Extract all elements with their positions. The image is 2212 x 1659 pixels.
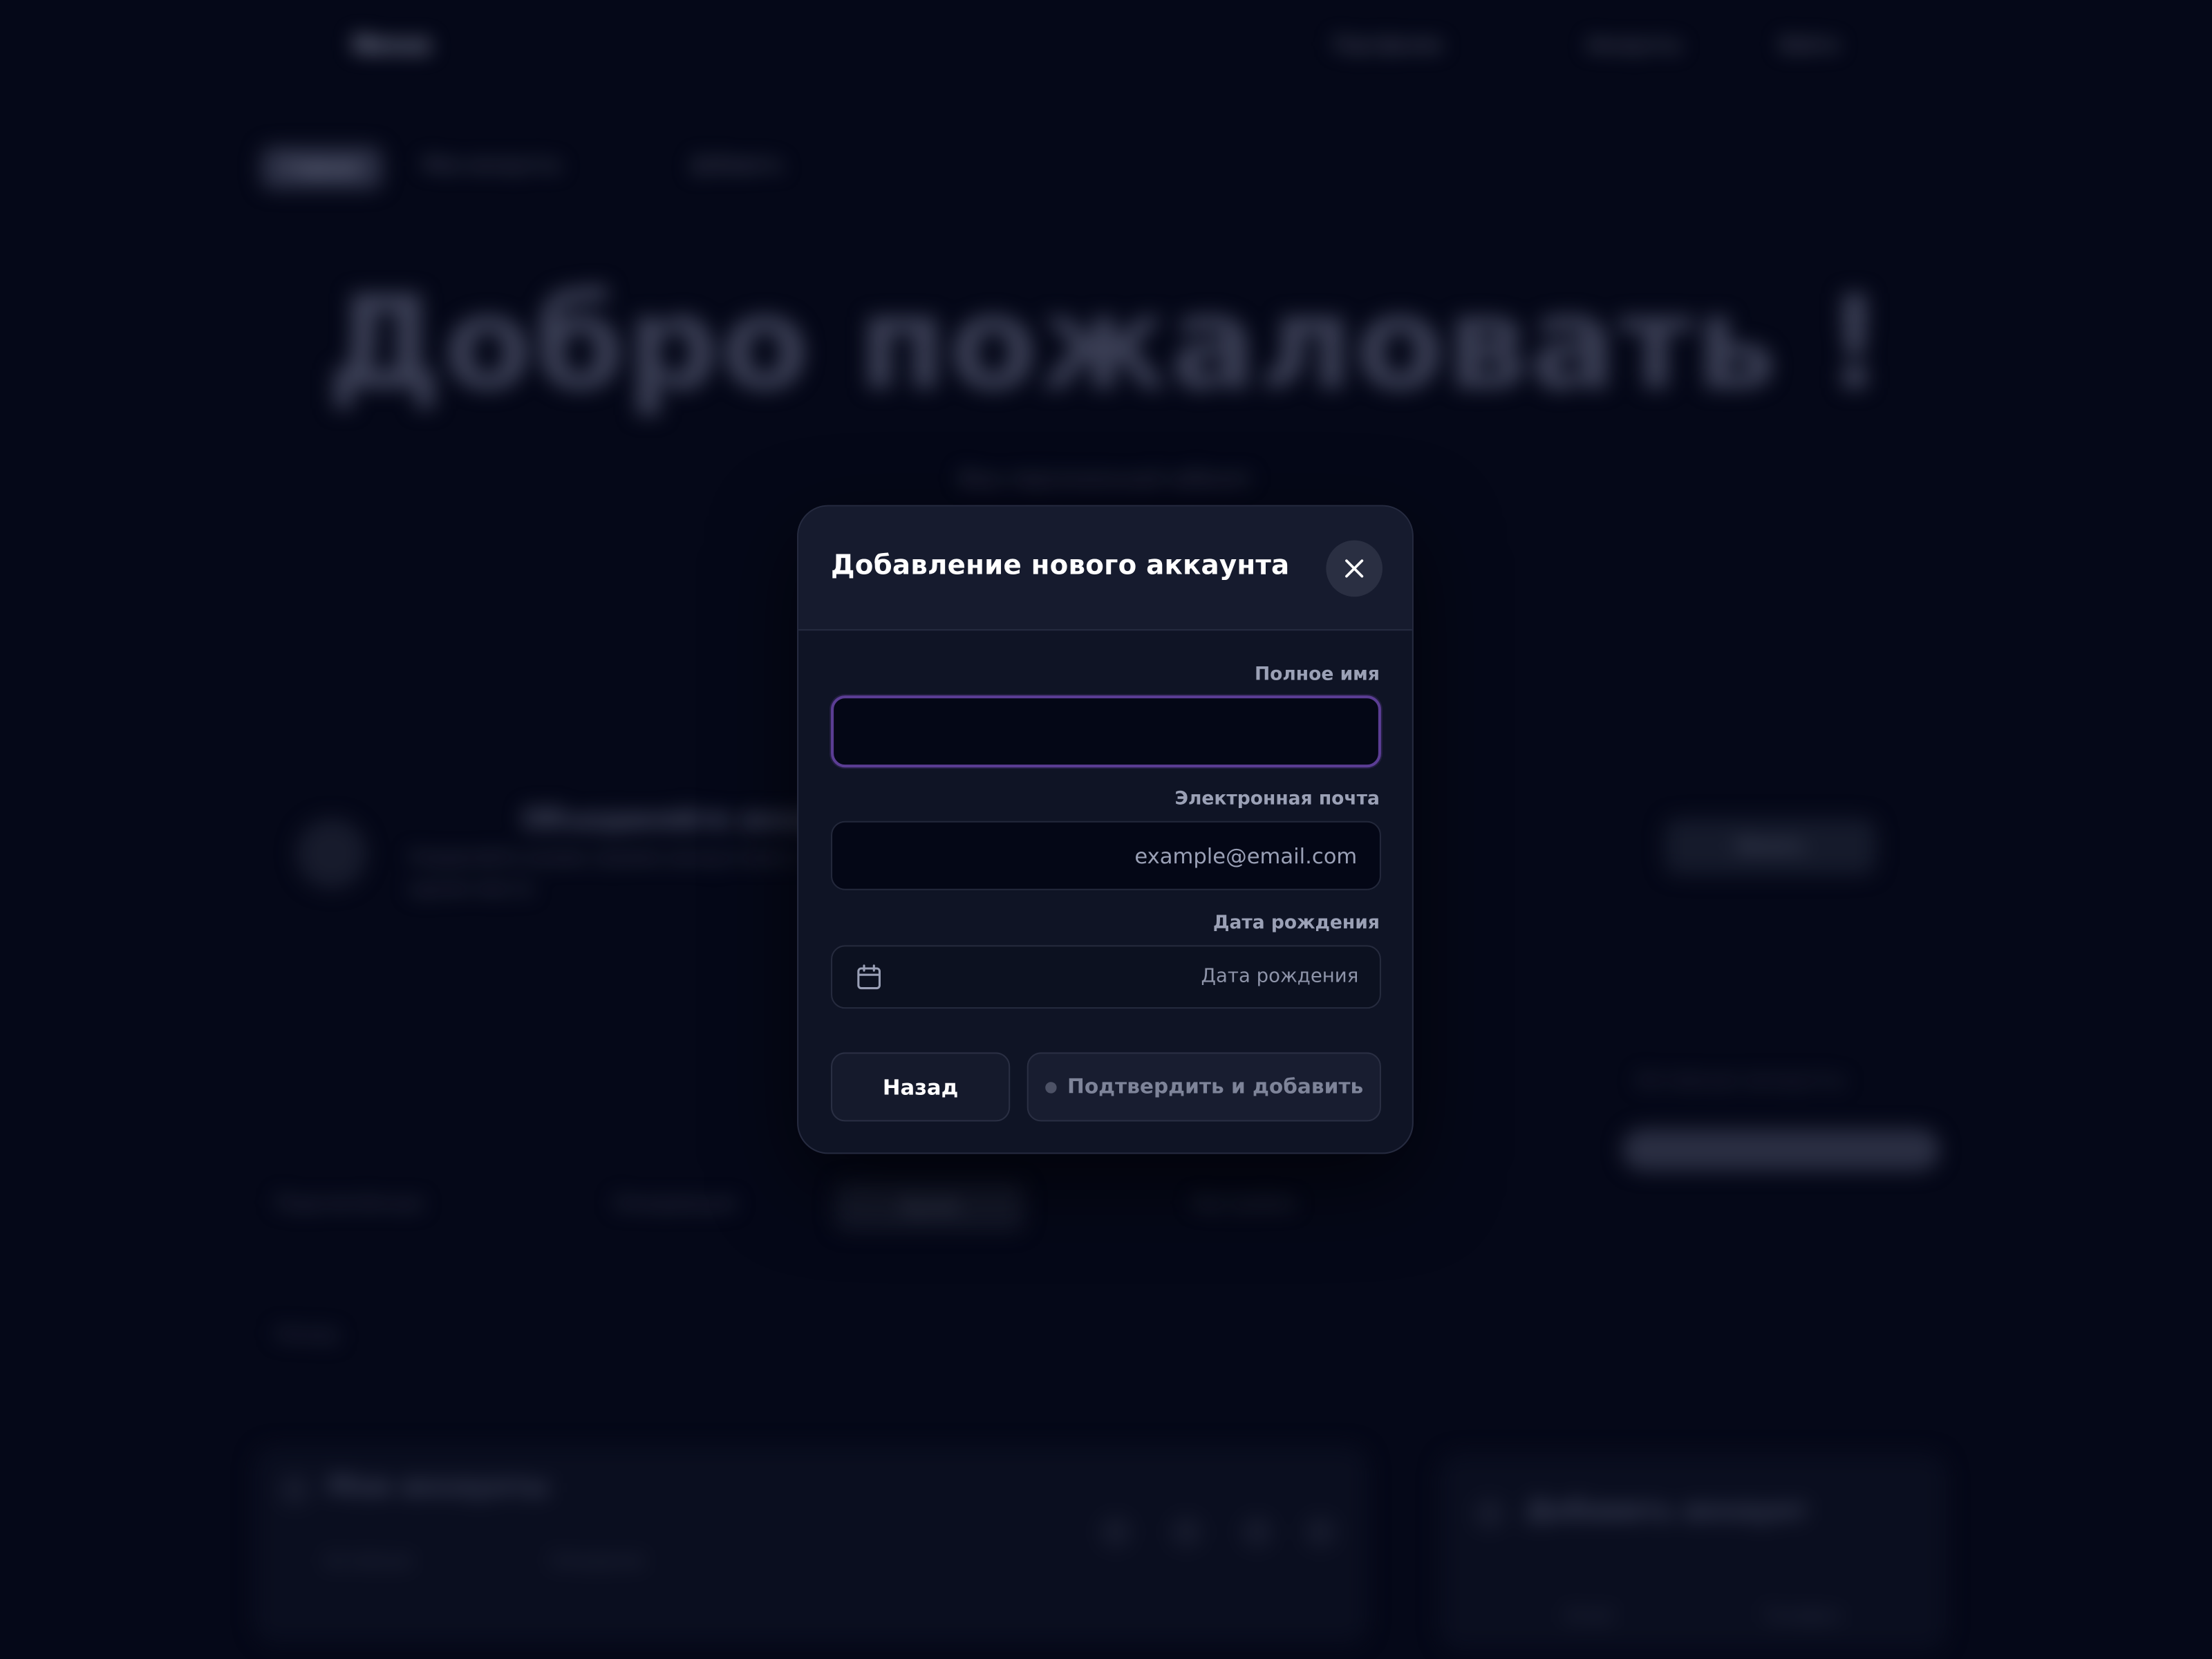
full-name-input[interactable] <box>831 695 1381 768</box>
promo-icon <box>296 818 367 889</box>
nav-item-accounts: Аккаунты <box>1586 35 1681 57</box>
nav-item-login: Войти <box>1780 35 1839 57</box>
email-label: Электронная почта <box>1174 788 1380 810</box>
birth-date-picker[interactable]: Дата рождения <box>831 945 1381 1009</box>
bg-card-meta: Телефон <box>1763 1605 1841 1626</box>
bg-card-meta: Активные <box>324 1550 412 1571</box>
bg-card-icon <box>1304 1516 1336 1548</box>
promo-button: Начать <box>1665 818 1877 875</box>
modal-header: Добавление нового аккаунта <box>798 506 1412 631</box>
confirm-add-label: Подтвердить и добавить <box>1067 1076 1364 1098</box>
full-name-label: Полное имя <box>1254 664 1380 686</box>
bg-card-icon <box>279 1474 310 1506</box>
bg-tab: Подключённые <box>274 1193 423 1215</box>
breadcrumb-item: Добавить <box>691 155 784 177</box>
home-chip: Главная <box>261 147 383 189</box>
close-icon <box>1345 559 1364 578</box>
bg-card-icon <box>1100 1516 1132 1548</box>
active-accounts-pill <box>1622 1128 1940 1171</box>
nav-logo: Nexus <box>353 30 431 58</box>
bg-tab: Настройки <box>1192 1193 1296 1215</box>
back-button[interactable]: Назад <box>831 1052 1011 1122</box>
bg-card-meta: Ожидание <box>550 1550 645 1571</box>
bg-back-link: Назад <box>274 1323 339 1346</box>
calendar-icon <box>857 964 881 990</box>
bg-tab: Ожидающие <box>613 1193 737 1215</box>
modal-title: Добавление нового аккаунта <box>831 550 1290 581</box>
hero-title: Добро пожаловать ! <box>326 268 1886 420</box>
bg-card-title: Добавить аккаунт <box>1526 1495 1808 1527</box>
bg-card: Добавить аккаунт Email Телефон <box>1438 1453 1947 1651</box>
bg-card: Мои аккаунты Активные Ожидание <box>254 1445 1369 1644</box>
bg-tab-active: Архив <box>835 1182 1024 1230</box>
nav-item-portfolio: Портфолио <box>1333 35 1443 57</box>
app-screen: Nexus Портфолио Аккаунты Войти Главная М… <box>0 0 2212 1659</box>
bg-card-icon <box>1170 1516 1202 1548</box>
email-input[interactable] <box>831 821 1381 890</box>
active-accounts-label: Активные аккаунты <box>1636 1069 1845 1092</box>
promo-text: Управляйте всеми своими аккаунтами в одн… <box>409 847 800 901</box>
bg-card-icon <box>1474 1498 1506 1530</box>
birth-date-placeholder: Дата рождения <box>1201 964 1359 988</box>
loading-dot-icon <box>1044 1081 1056 1093</box>
close-button[interactable] <box>1326 540 1382 597</box>
birth-date-label: Дата рождения <box>1212 912 1380 935</box>
hero-subtitle: Ваш персональный кабинет <box>959 468 1253 491</box>
bg-card-icon <box>1241 1516 1273 1548</box>
bg-card-meta: Email <box>1566 1605 1613 1626</box>
confirm-add-button[interactable]: Подтвердить и добавить <box>1027 1052 1381 1122</box>
bg-card-title: Мои аккаунты <box>327 1471 549 1503</box>
add-account-modal: Добавление нового аккаунта Полное имя Эл… <box>797 505 1414 1154</box>
breadcrumb-item: Мои аккаунты <box>423 155 561 177</box>
